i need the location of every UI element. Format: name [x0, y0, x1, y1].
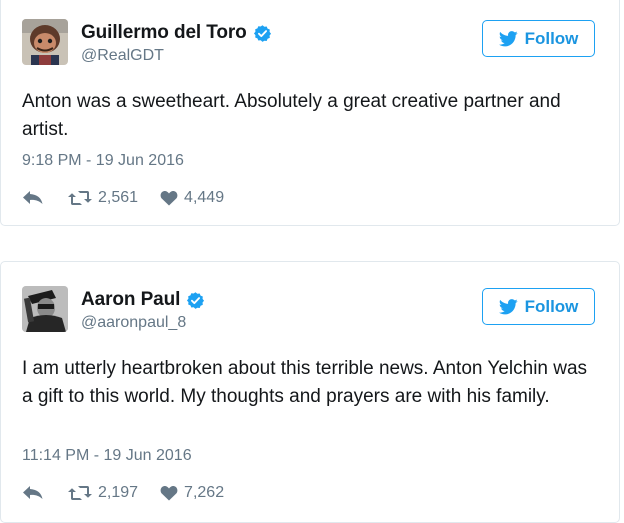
follow-button[interactable]: Follow — [482, 20, 595, 57]
like-button[interactable]: 4,449 — [160, 189, 224, 207]
handle[interactable]: @aaronpaul_8 — [81, 314, 205, 332]
heart-icon — [160, 485, 178, 501]
retweet-icon — [68, 190, 92, 206]
tweet-card: Guillermo del Toro @RealGDT Follow Anton… — [0, 0, 620, 226]
retweet-count: 2,197 — [98, 484, 139, 501]
retweet-button[interactable]: 2,197 — [68, 484, 138, 502]
author-info: Guillermo del Toro @RealGDT — [81, 21, 272, 65]
display-name[interactable]: Guillermo del Toro — [81, 22, 247, 44]
tweet-card: Aaron Paul @aaronpaul_8 Follow I am utte… — [0, 261, 620, 523]
like-button[interactable]: 7,262 — [160, 484, 224, 502]
handle[interactable]: @RealGDT — [81, 47, 272, 65]
retweet-button[interactable]: 2,561 — [68, 189, 138, 207]
tweet-text: Anton was a sweetheart. Absolutely a gre… — [22, 91, 561, 140]
twitter-bird-icon — [498, 30, 518, 47]
twitter-bird-icon — [498, 298, 518, 315]
like-count: 7,262 — [184, 484, 225, 501]
follow-label: Follow — [524, 28, 579, 48]
author-info: Aaron Paul @aaronpaul_8 — [81, 288, 205, 332]
timestamp[interactable]: 11:14 PM - 19 Jun 2016 — [22, 447, 192, 465]
retweet-count: 2,561 — [98, 189, 139, 206]
heart-icon — [160, 190, 178, 206]
avatar[interactable] — [22, 19, 68, 65]
display-name[interactable]: Aaron Paul — [81, 289, 180, 311]
reply-icon[interactable] — [22, 190, 44, 206]
avatar[interactable] — [22, 286, 68, 332]
tweet-actions: 2,197 7,262 — [22, 484, 224, 502]
retweet-icon — [68, 485, 92, 501]
tweet-actions: 2,561 4,449 — [22, 189, 224, 207]
tweet-text: I am utterly heartbroken about this terr… — [22, 358, 588, 407]
verified-badge-icon — [253, 24, 272, 43]
timestamp[interactable]: 9:18 PM - 19 Jun 2016 — [22, 152, 184, 170]
verified-badge-icon — [186, 291, 205, 310]
like-count: 4,449 — [184, 189, 225, 206]
follow-label: Follow — [524, 296, 579, 316]
follow-button[interactable]: Follow — [482, 288, 595, 325]
reply-icon[interactable] — [22, 485, 44, 501]
